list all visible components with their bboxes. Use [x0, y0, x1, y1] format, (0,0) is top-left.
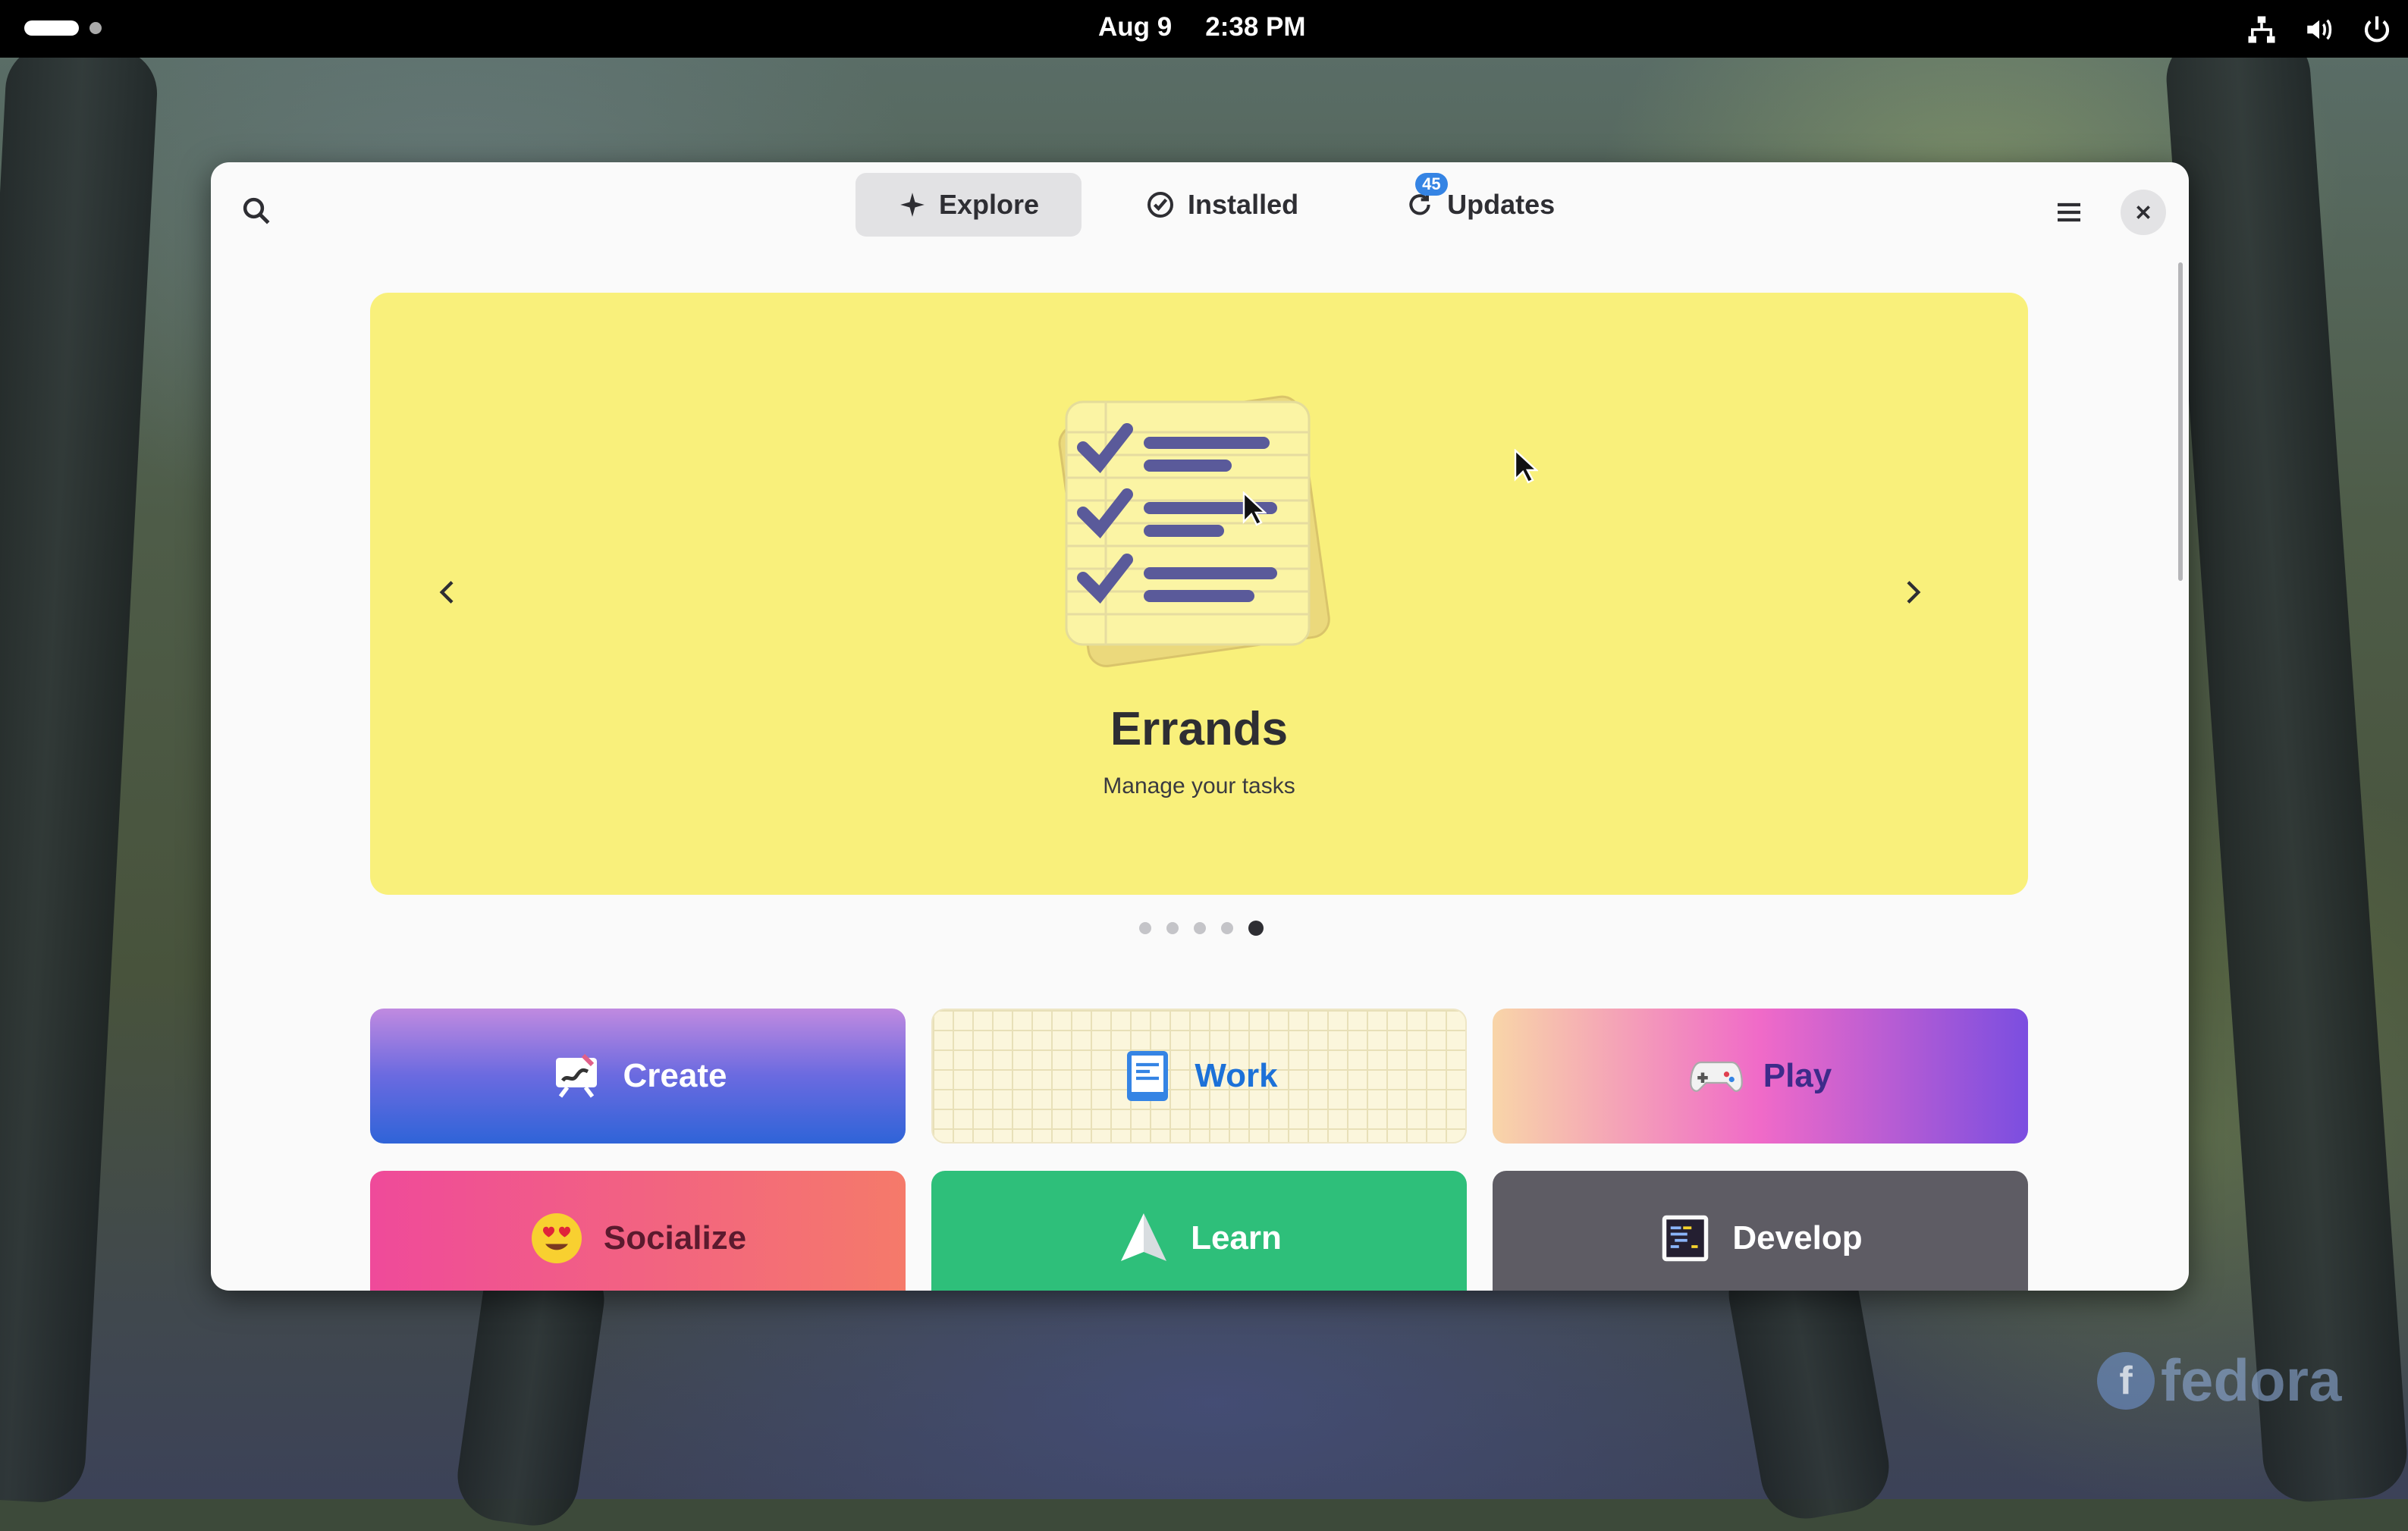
workspace-indicator [89, 22, 102, 34]
tab-label: Installed [1188, 189, 1299, 220]
featured-app-subtitle: Manage your tasks [1103, 773, 1295, 798]
fedora-logo: f fedora [2097, 1346, 2341, 1415]
power-icon [2361, 14, 2393, 49]
network-icon [2246, 14, 2278, 49]
featured-carousel[interactable]: Errands Manage your tasks [370, 293, 2028, 895]
category-label: Create [623, 1057, 727, 1094]
heart-eyes-emoji-icon [529, 1211, 584, 1266]
category-label: Develop [1732, 1219, 1863, 1256]
carousel-previous-button[interactable] [422, 566, 475, 619]
activities-button[interactable] [24, 20, 102, 36]
category-label: Learn [1191, 1219, 1282, 1256]
category-work-button[interactable]: Work [931, 1009, 1467, 1144]
volume-icon [2303, 14, 2335, 49]
document-icon [1120, 1049, 1175, 1103]
check-circle-icon [1145, 190, 1176, 220]
carousel-next-button[interactable] [1885, 566, 1939, 619]
errands-app-icon [1058, 395, 1330, 667]
refresh-icon: 45 [1405, 173, 1448, 220]
tab-label: Explore [939, 189, 1040, 220]
paper-plane-icon [1116, 1211, 1171, 1266]
carousel-dot-active[interactable] [1248, 921, 1264, 936]
fedora-logo-text: fedora [2161, 1347, 2342, 1413]
system-tray[interactable] [2246, 14, 2393, 49]
featured-app-title: Errands [1110, 703, 1289, 755]
carousel-dot[interactable] [1139, 922, 1151, 934]
category-label: Play [1763, 1057, 1832, 1094]
scrollbar[interactable] [2178, 262, 2183, 581]
mouse-cursor-icon [1242, 491, 1267, 526]
category-play-button[interactable]: Play [1493, 1009, 2028, 1144]
carousel-dot[interactable] [1166, 922, 1179, 934]
clock-date: Aug 9 [1098, 12, 1173, 42]
tab-explore[interactable]: Explore [856, 173, 1082, 237]
category-label: Socialize [603, 1219, 747, 1256]
updates-count-badge: 45 [1415, 173, 1448, 196]
clock[interactable]: Aug 9 2:38 PM [1098, 12, 1306, 42]
clock-time: 2:38 PM [1205, 12, 1306, 42]
workspace-indicator-active [24, 20, 79, 36]
carousel-page-indicator [1139, 921, 1264, 936]
top-bar: Aug 9 2:38 PM [0, 0, 2408, 58]
carousel-dot[interactable] [1221, 922, 1233, 934]
search-button[interactable] [234, 188, 279, 234]
sparkle-icon [898, 190, 927, 219]
easel-icon [549, 1049, 604, 1103]
code-editor-icon [1658, 1211, 1713, 1266]
category-label: Work [1195, 1057, 1278, 1094]
software-window: Explore Installed 45 Updates Errands Man… [211, 162, 2189, 1291]
mouse-cursor-icon [1514, 449, 1538, 484]
tab-installed[interactable]: Installed [1103, 173, 1341, 237]
gamepad-icon [1689, 1049, 1744, 1103]
view-switcher: Explore Installed 45 Updates [856, 173, 1597, 237]
carousel-dot[interactable] [1194, 922, 1206, 934]
fedora-logo-icon: f [2097, 1351, 2155, 1410]
category-create-button[interactable]: Create [370, 1009, 906, 1144]
hamburger-menu-icon [2058, 202, 2080, 222]
category-learn-button[interactable]: Learn [931, 1171, 1467, 1291]
category-socialize-button[interactable]: Socialize [370, 1171, 906, 1291]
chevron-right-icon [1907, 581, 1921, 604]
search-icon [243, 197, 270, 224]
main-menu-button[interactable] [2045, 188, 2093, 237]
chevron-left-icon [439, 581, 454, 604]
category-develop-button[interactable]: Develop [1493, 1171, 2028, 1291]
tab-updates[interactable]: 45 Updates [1362, 173, 1597, 237]
header-bar: Explore Installed 45 Updates [211, 162, 2189, 262]
close-button[interactable] [2121, 190, 2166, 235]
close-icon [2136, 205, 2150, 219]
tab-label: Updates [1447, 189, 1556, 220]
